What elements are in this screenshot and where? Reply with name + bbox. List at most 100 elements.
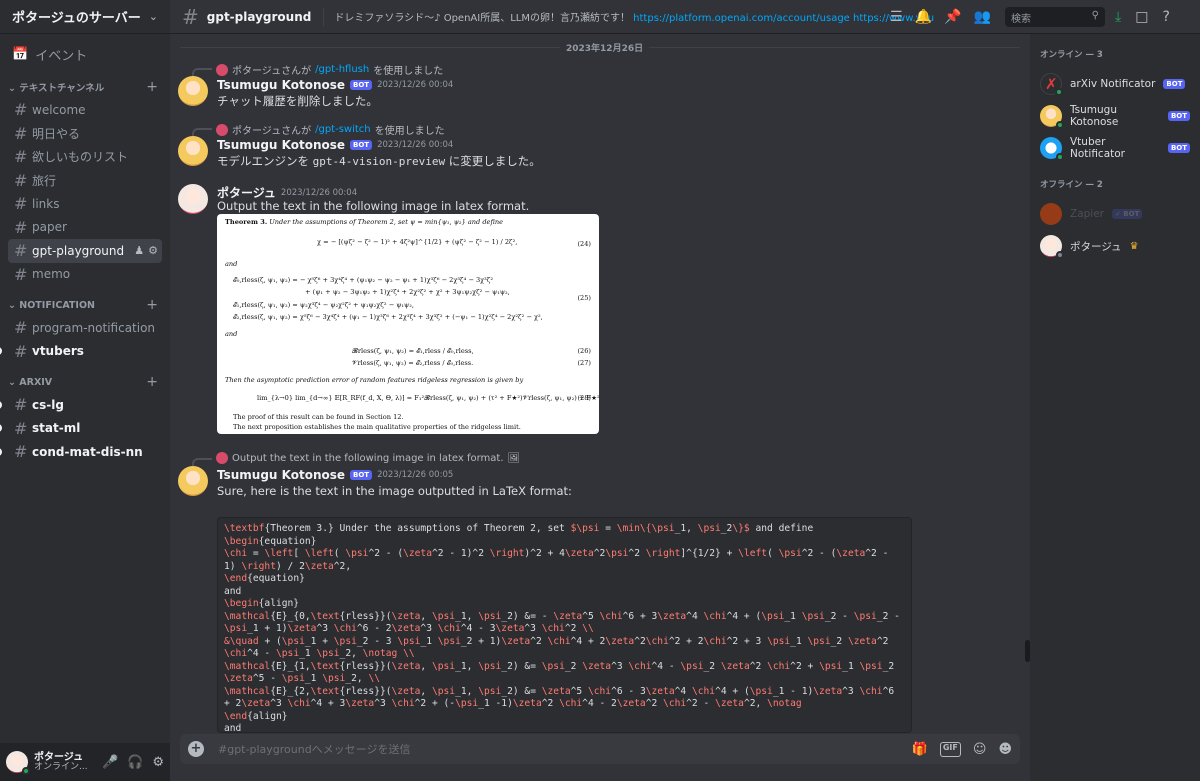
channel-paper[interactable]: # paper [8,216,162,240]
code-token: \chi [691,685,716,697]
member-zapier[interactable]: Zapier ✓ BOT [1040,198,1190,230]
image-attachment[interactable]: Theorem 3. Under the assumptions of Theo… [217,214,599,434]
code-line: \mathcal{E}_{1,\text{rless}}(\zeta, \psi… [224,661,905,674]
add-attachment-icon[interactable]: + [188,741,204,757]
channel-program-notification[interactable]: # program-notification [8,316,162,340]
invite-icon[interactable]: ♟ [134,244,144,257]
bot-badge: BOT [1167,111,1190,121]
gift-icon[interactable]: 🎁 [912,742,928,757]
code-token: ^6 [882,685,895,697]
ref-command[interactable]: /gpt-hflush [315,64,369,75]
member-arxiv-notificator[interactable]: ✗ arXiv Notificator BOT [1040,68,1190,100]
gif-button[interactable]: GIF [939,741,961,757]
download-icon[interactable]: ⤓ [1115,9,1121,25]
user-panel: ポタージュ オンライン... 🎤 🎧 ⚙ [0,743,170,781]
author-name[interactable]: Tsumugu Kotonose [217,138,345,152]
code-token: \zeta [403,548,432,559]
channel-topic[interactable]: ドレミファソラシド〜♪ OpenAI所属、LLMの卵！言乃瀬紡です！ https… [334,9,934,24]
code-token: {E}_{2, [270,685,311,697]
code-token: ]^{1/2} + [680,548,739,559]
code-token: ) / 2 [275,560,305,572]
channel-travel[interactable]: # 旅行 [8,169,162,193]
members-icon[interactable]: 👥 [973,9,990,25]
code-token: + ( [258,635,282,647]
avatar[interactable] [6,751,30,775]
avatar-mini [216,63,228,76]
equation-26: 𝓑rless(ζ, ψ₁, ψ₂) = 𝓔₁,rless / 𝓔₀,rless, [352,347,474,355]
code-token: ^2 - [865,548,889,559]
headphones-icon[interactable]: 🎧 [127,755,143,770]
code-token: ^2 [634,635,646,647]
image-icon: 🖼 [507,452,521,464]
code-token: \zeta [715,698,744,709]
code-token: \zeta [241,698,271,709]
code-line: \zeta^5 - \psi_1 \psi_2, \\ [224,673,905,686]
command-reference[interactable]: ポタージュさんが/gpt-switch を使用しました [216,122,445,137]
code-token: _2 - [876,610,900,622]
channel-tomorrow[interactable]: # 明日やる [8,122,162,146]
channel-links[interactable]: # links [8,192,162,216]
ref-command[interactable]: /gpt-switch [315,124,371,135]
author-name[interactable]: Tsumugu Kotonose [217,78,345,92]
gear-icon[interactable]: ⚙ [152,755,164,770]
channel-wishlist[interactable]: # 欲しいものリスト [8,145,162,169]
online-status-dot [22,767,30,775]
code-token: \zeta [836,548,866,559]
code-block[interactable]: \textbf{Theorem 3.} Under the assumption… [217,517,912,733]
server-header[interactable]: ポタージュのサーバー ⌄ [0,0,170,34]
add-channel-icon[interactable]: + [146,297,158,313]
date-label: 2023年12月26日 [560,41,650,54]
code-token: \psi [397,635,421,647]
channel-vtubers[interactable]: # vtubers [0,340,162,364]
code-token: _1, [455,660,479,672]
emoji-icon[interactable]: ☻ [998,742,1012,757]
user-name: ポタージュ [34,751,84,763]
channel-gpt-playground[interactable]: # gpt-playground ♟ ⚙ [8,239,162,263]
message-input[interactable] [218,742,878,756]
category-arxiv[interactable]: ⌄ ARXIV + [8,371,162,393]
add-channel-icon[interactable]: + [146,79,158,95]
hash-icon: # [14,217,28,237]
events-item[interactable]: 📅 イベント [8,42,162,66]
equation-number: (24) [577,240,591,248]
member-potage[interactable]: ポタージュ ♛ [1040,230,1190,262]
bell-icon[interactable]: 🔔 [915,9,932,25]
code-token: ^3 [524,623,542,634]
code-token: ^4 [674,685,692,697]
code-token: \zeta [391,660,421,672]
code-token: \psi [437,635,461,647]
pin-icon[interactable]: 📌 [944,9,961,25]
channel-cond-mat-dis-nn[interactable]: # cond-mat-dis-nn [0,440,162,464]
search-input[interactable]: 検索 ⚲ [1005,7,1105,27]
ref-user: ポタージュさんが [232,126,312,137]
help-icon[interactable]: ? [1162,9,1169,25]
channel-cs-lg[interactable]: # cs-lg [0,393,162,417]
member-vtuber-notificator[interactable]: Vtuber Notificator BOT [1040,132,1190,164]
avatar[interactable] [178,76,208,106]
reply-reference[interactable]: Output the text in the following image i… [216,452,520,464]
text-next: The next proposition establishes the mai… [233,423,521,431]
microphone-muted-icon[interactable]: 🎤 [102,755,118,770]
equation-number: (27) [577,359,591,367]
code-token: \psi [859,660,883,672]
code-token: ^4 [686,610,704,622]
member-tsumugu-kotonose[interactable]: Tsumugu Kotonose BOT [1040,100,1190,132]
channel-memo[interactable]: # memo [8,263,162,287]
command-reference[interactable]: ポタージュさんが/gpt-hflush を使用しました [216,62,443,77]
gear-icon[interactable]: ⚙ [148,244,158,257]
inbox-icon[interactable]: □ [1135,9,1148,25]
add-channel-icon[interactable]: + [146,374,158,390]
bot-badge: BOT [350,80,373,90]
code-token: \zeta [605,635,635,647]
category-text-channels[interactable]: ⌄ テキストチャンネル + [8,76,162,98]
avatar[interactable] [178,136,208,166]
channel-stat-ml[interactable]: # stat-ml [0,417,162,441]
threads-icon[interactable]: ☰ [890,9,903,25]
avatar[interactable] [178,184,208,214]
avatar[interactable] [178,466,208,496]
channel-welcome[interactable]: # welcome [8,98,162,122]
sticker-icon[interactable]: ☺ [973,742,987,757]
author-name[interactable]: Tsumugu Kotonose [217,468,345,482]
code-token: \psi [541,660,565,672]
category-notification[interactable]: ⌄ NOTIFICATION + [8,294,162,316]
